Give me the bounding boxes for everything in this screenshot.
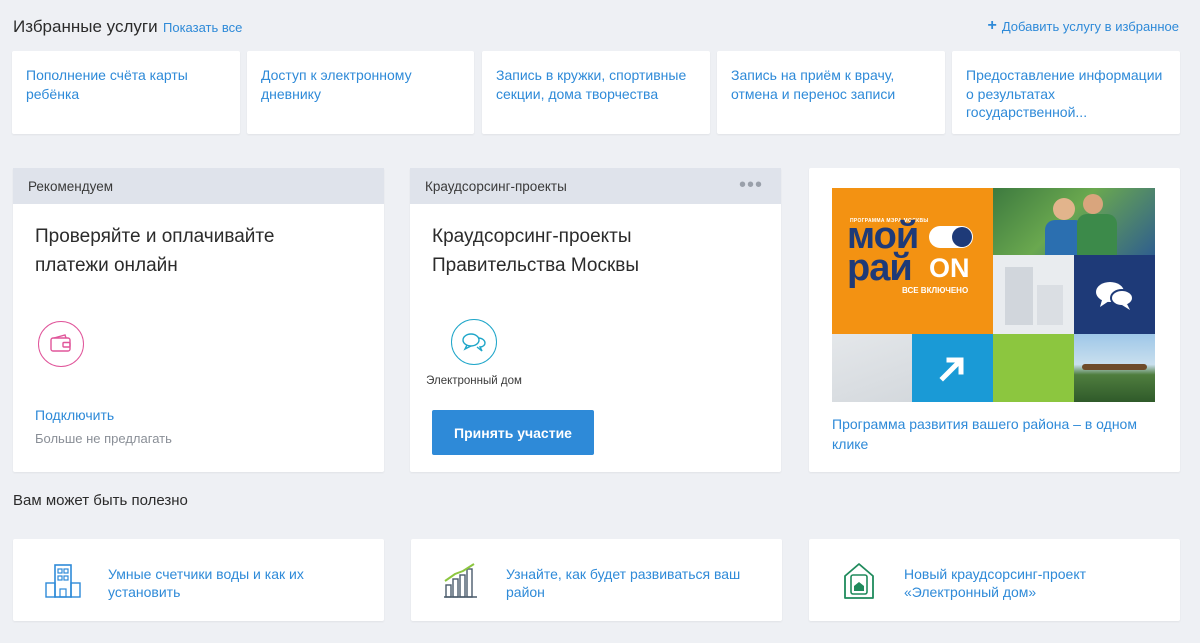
favorite-card-clubs[interactable]: Запись в кружки, спортивные секции, дома… [482, 51, 710, 134]
recommend-header: Рекомендуем [13, 168, 384, 204]
favorite-card-label: Доступ к электронному дневнику [261, 67, 412, 102]
banner-logo-on: ON [929, 253, 970, 283]
useful-card-label: Умные счетчики воды и как их установить [108, 566, 304, 600]
favorite-card-label: Запись на приём к врачу, отмена и перено… [731, 67, 896, 102]
banner-park-photo [1074, 334, 1155, 402]
chat-bubbles-icon [1074, 255, 1155, 334]
favorite-card-state-info[interactable]: Предоставление информации о результатах … [952, 51, 1180, 134]
dismiss-link[interactable]: Больше не предлагать [35, 431, 172, 446]
banner-link[interactable]: Программа развития вашего района – в одн… [832, 414, 1162, 454]
recommend-title: Проверяйте и оплачивайте платежи онлайн [35, 226, 275, 276]
crowdsourcing-header: Краудсорсинг-проекты ••• [410, 168, 781, 204]
crowdsourcing-title: Краудсорсинг-проекты Правительства Москв… [432, 226, 640, 276]
favorite-card-doctor[interactable]: Запись на приём к врачу, отмена и перено… [717, 51, 945, 134]
favorite-card-label: Предоставление информации о результатах … [966, 67, 1163, 120]
banner-green-tile [993, 334, 1074, 402]
building-shape [1005, 267, 1033, 325]
banner-toggle-shape [929, 226, 973, 248]
favorite-card-label: Пополнение счёта карты ребёнка [26, 67, 188, 102]
banner-tagline: ВСЕ ВКЛЮЧЕНО [902, 286, 969, 295]
plus-icon: + [987, 17, 997, 34]
city-chart-icon [444, 563, 477, 598]
show-all-link[interactable]: Показать все [163, 20, 242, 35]
useful-card-e-house[interactable]: Новый краудсорсинг-проект «Электронный д… [809, 539, 1180, 621]
banner-street-tile [832, 334, 993, 402]
chat-bubbles-icon[interactable] [451, 319, 497, 365]
crowdsourcing-card: Краудсорсинг-проекты ••• Краудсорсинг-пр… [410, 168, 781, 472]
banner-building-tile [993, 255, 1074, 334]
useful-card-water-meters[interactable]: Умные счетчики воды и как их установить [13, 539, 384, 621]
wallet-icon [38, 321, 84, 367]
participate-button[interactable]: Принять участие [432, 410, 594, 455]
project-label: Электронный дом [426, 375, 522, 387]
favorites-title: Избранные услуги [13, 17, 158, 36]
useful-card-district[interactable]: Узнайте, как будет развиваться ваш район [411, 539, 782, 621]
useful-title: Вам может быть полезно [13, 492, 188, 509]
useful-card-label: Узнайте, как будет развиваться ваш район [506, 566, 741, 600]
recommend-card: Рекомендуем Проверяйте и оплачивайте пла… [13, 168, 384, 472]
photo-person2-head [1083, 194, 1103, 214]
arrow-up-right-icon [912, 334, 993, 402]
building-shape [1037, 285, 1063, 325]
banner-logo-tile: ПРОГРАММА МЭРА МОСКВЫ мой рай ON ВСЕ ВКЛ… [832, 188, 993, 334]
favorite-card-label: Запись в кружки, спортивные секции, дома… [496, 67, 687, 102]
banner-toggle-knob [952, 227, 972, 247]
favorite-card-e-diary[interactable]: Доступ к электронному дневнику [247, 51, 474, 134]
photo-bridge-shape [1082, 364, 1147, 370]
building-icon [45, 564, 81, 598]
crowdsourcing-header-label: Краудсорсинг-проекты [425, 179, 567, 194]
connect-link[interactable]: Подключить [35, 407, 114, 423]
add-favorite-link[interactable]: + Добавить услугу в избранное [987, 18, 1179, 34]
favorite-card-child-card[interactable]: Пополнение счёта карты ребёнка [12, 51, 240, 134]
more-options-icon[interactable]: ••• [739, 174, 763, 197]
useful-card-label: Новый краудсорсинг-проект «Электронный д… [904, 566, 1087, 600]
add-favorite-label: Добавить услугу в избранное [1001, 18, 1179, 34]
banner-photo-people [993, 188, 1155, 255]
banner-logo-line2: рай [847, 247, 913, 289]
photo-person-head [1053, 198, 1075, 220]
photo-person2-body [1077, 214, 1117, 255]
smart-house-icon [844, 563, 874, 599]
my-district-banner[interactable]: ПРОГРАММА МЭРА МОСКВЫ мой рай ON ВСЕ ВКЛ… [832, 188, 1155, 402]
